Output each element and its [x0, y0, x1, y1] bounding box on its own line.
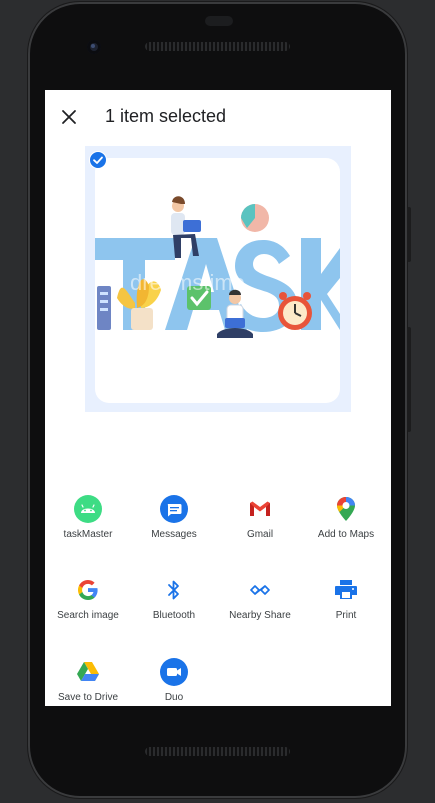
share-target-label: Bluetooth	[152, 610, 196, 621]
share-target-messages[interactable]: Messages	[131, 495, 217, 565]
share-target-nearby-share[interactable]: Nearby Share	[217, 576, 303, 646]
share-target-search-image[interactable]: Search image	[45, 576, 131, 646]
sensor	[205, 16, 233, 26]
image-preview[interactable]: dreamstime	[85, 146, 351, 412]
android-icon	[74, 495, 102, 523]
share-target-label: Add to Maps	[317, 529, 375, 540]
share-target-bluetooth[interactable]: Bluetooth	[131, 576, 217, 646]
gmail-icon	[250, 501, 270, 516]
share-target-add-to-maps[interactable]: Add to Maps	[303, 495, 389, 565]
share-target-save-to-drive[interactable]: Save to Drive	[45, 658, 131, 706]
share-target-gmail[interactable]: Gmail	[217, 495, 303, 565]
share-target-taskmaster[interactable]: taskMaster	[45, 495, 131, 565]
google-icon	[78, 580, 98, 600]
volume-button	[407, 327, 411, 432]
print-icon	[335, 580, 357, 599]
top-speaker	[145, 42, 290, 51]
bottom-speaker	[145, 747, 290, 756]
maps-pin-icon	[337, 497, 355, 521]
share-target-label: Messages	[151, 529, 197, 540]
page-title: 1 item selected	[105, 106, 227, 126]
share-target-label: taskMaster	[63, 529, 113, 540]
share-target-print[interactable]: Print	[303, 576, 389, 646]
front-camera	[87, 40, 101, 54]
share-target-label: Search image	[57, 610, 119, 621]
share-target-label: Save to Drive	[57, 692, 119, 703]
drive-icon	[77, 662, 99, 681]
messages-icon	[160, 495, 188, 523]
task-illustration: dreamstime	[95, 196, 340, 338]
share-target-label: Nearby Share	[229, 610, 291, 621]
power-button	[407, 207, 411, 262]
close-icon	[62, 110, 76, 124]
share-target-label: Print	[335, 610, 357, 621]
check-circle-icon	[89, 151, 107, 169]
share-sheet: 1 item selected dreamstime taskMaster Me…	[45, 90, 391, 706]
close-button[interactable]	[55, 103, 83, 131]
share-target-label: Duo	[164, 692, 184, 703]
duo-icon	[160, 658, 188, 686]
share-target-label: Gmail	[246, 529, 274, 540]
selected-check-badge[interactable]	[89, 151, 107, 169]
share-target-duo[interactable]: Duo	[131, 658, 217, 706]
preview-image: dreamstime	[95, 158, 340, 403]
bluetooth-icon	[168, 580, 179, 600]
nearby-share-icon	[250, 585, 270, 595]
watermark-text: dreamstime	[130, 270, 245, 295]
share-header: 1 item selected	[45, 90, 391, 146]
